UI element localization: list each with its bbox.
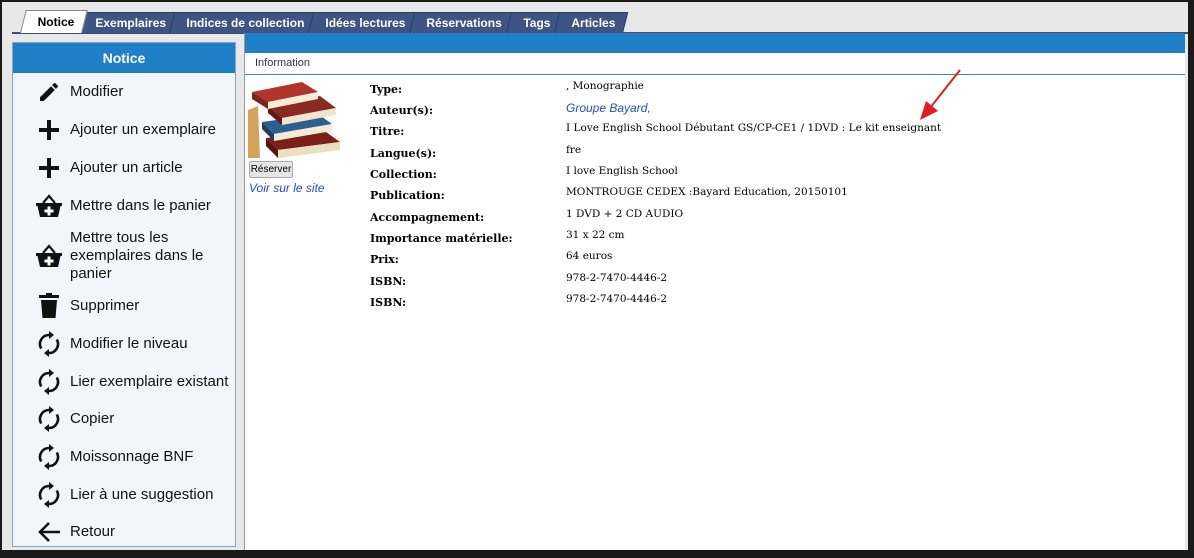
sidebar-item-retour[interactable]: Retour xyxy=(13,513,235,550)
sidebar-title: Notice xyxy=(13,43,235,73)
app-window: Notice Exemplaires Indices de collection… xyxy=(2,2,1188,550)
field-isbn: ISBN: 978-2-7470-4446-2 xyxy=(370,291,1170,311)
refresh-icon xyxy=(35,443,63,471)
refresh-icon xyxy=(35,330,63,358)
tab-label: Notice xyxy=(37,15,75,29)
field-accompagnement: Accompagnement: 1 DVD + 2 CD AUDIO xyxy=(370,206,1170,226)
field-label: Importance matérielle: xyxy=(370,232,513,245)
sidebar-item-label: Supprimer xyxy=(70,297,140,314)
field-value: MONTROUGE CEDEX :Bayard Education, 20150… xyxy=(566,186,848,198)
sidebar-item-label: Modifier xyxy=(70,83,124,100)
refresh-icon xyxy=(35,481,63,509)
reserve-button[interactable]: Réserver xyxy=(249,161,293,178)
sidebar-menu: Modifier Ajouter un exemplaire Ajouter u… xyxy=(13,73,235,550)
basket-add-icon xyxy=(35,192,63,220)
refresh-icon xyxy=(35,405,63,433)
sidebar-item-label: Ajouter un article xyxy=(70,159,183,176)
field-importance-materielle: Importance matérielle: 31 x 22 cm xyxy=(370,227,1170,247)
tab-articles[interactable]: Articles xyxy=(553,12,629,33)
plus-icon xyxy=(35,154,63,182)
field-value: 1 DVD + 2 CD AUDIO xyxy=(566,208,684,220)
trash-icon xyxy=(35,292,63,320)
tab-idees-lectures[interactable]: Idées lectures xyxy=(308,12,419,33)
field-label: Publication: xyxy=(370,189,445,202)
field-price: Prix: 64 euros xyxy=(370,248,1170,268)
field-value: I Love English School Débutant GS/CP-CE1… xyxy=(566,122,942,134)
sidebar-item-label: Lier exemplaire existant xyxy=(70,372,229,390)
field-label: Langue(s): xyxy=(370,147,437,160)
sidebar: Notice Modifier Ajouter un exemplaire Aj… xyxy=(12,42,236,547)
tab-indices-de-collection[interactable]: Indices de collection xyxy=(169,12,318,33)
tab-label: Tags xyxy=(523,16,551,30)
field-collection: Collection: I love English School xyxy=(370,163,1170,183)
field-authors: Auteur(s): Groupe Bayard, xyxy=(370,99,1170,119)
annotation-arrow-icon xyxy=(920,69,961,120)
sidebar-item-label: Modifier le niveau xyxy=(70,335,188,352)
field-value: , Monographie xyxy=(566,80,644,92)
field-label: ISBN: xyxy=(370,275,407,288)
sidebar-item-label: Ajouter un exemplaire xyxy=(70,121,216,138)
book-cover-image xyxy=(248,80,342,158)
sidebar-item-mettre-panier[interactable]: Mettre dans le panier xyxy=(13,187,235,224)
sidebar-item-moissonnage-bnf[interactable]: Moissonnage BNF xyxy=(13,438,235,476)
author-link[interactable]: Groupe Bayard, xyxy=(566,101,651,115)
field-title: Titre: I Love English School Débutant GS… xyxy=(370,120,1170,140)
tab-label: Idées lectures xyxy=(325,16,406,30)
sidebar-item-copier[interactable]: Copier xyxy=(13,400,235,438)
arrow-left-icon xyxy=(35,518,63,546)
field-publication: Publication: MONTROUGE CEDEX :Bayard Edu… xyxy=(370,184,1170,204)
field-label: Titre: xyxy=(370,125,405,138)
field-value: 978-2-7470-4446-2 xyxy=(566,272,668,284)
sidebar-item-label: Mettre tous les exemplaires dans le pani… xyxy=(70,228,204,282)
field-value: 64 euros xyxy=(566,250,613,262)
field-language: Langue(s): fre xyxy=(370,142,1170,162)
view-on-site-link[interactable]: Voir sur le site xyxy=(249,181,325,195)
field-label: Type: xyxy=(370,83,403,96)
sidebar-item-lier-suggestion[interactable]: Lier à une suggestion xyxy=(13,476,235,513)
sidebar-item-label: Lier à une suggestion xyxy=(70,485,214,503)
tab-exemplaires[interactable]: Exemplaires xyxy=(77,12,179,33)
basket-add-icon xyxy=(35,242,63,270)
tab-notice[interactable]: Notice xyxy=(20,10,88,33)
plus-icon xyxy=(35,116,63,144)
sidebar-item-supprimer[interactable]: Supprimer xyxy=(13,287,235,325)
tab-label: Articles xyxy=(571,16,616,30)
field-label: ISBN: xyxy=(370,296,407,309)
main-header-bar xyxy=(245,33,1185,53)
field-value: I love English School xyxy=(566,165,678,177)
field-value: fre xyxy=(566,144,582,156)
field-type: Type: , Monographie xyxy=(370,78,1170,98)
field-label: Auteur(s): xyxy=(370,104,434,117)
main-panel: Information Réserver Voir sur le site Ty… xyxy=(244,33,1185,550)
field-label: Collection: xyxy=(370,168,437,181)
field-value: 978-2-7470-4446-2 xyxy=(566,293,668,305)
field-label: Prix: xyxy=(370,253,399,266)
sidebar-item-modifier-niveau[interactable]: Modifier le niveau xyxy=(13,325,235,363)
tab-label: Indices de collection xyxy=(186,16,305,30)
field-value: 31 x 22 cm xyxy=(566,229,625,241)
sidebar-item-label: Moissonnage BNF xyxy=(70,448,194,465)
pencil-icon xyxy=(35,78,63,106)
sidebar-item-mettre-tous-panier[interactable]: Mettre tous les exemplaires dans le pani… xyxy=(13,224,235,287)
sidebar-item-modifier[interactable]: Modifier xyxy=(13,73,235,111)
tab-bar: Notice Exemplaires Indices de collection… xyxy=(12,10,629,33)
sidebar-item-lier-exemplaire[interactable]: Lier exemplaire existant xyxy=(13,363,235,400)
tab-label: Exemplaires xyxy=(95,16,166,30)
sidebar-item-label: Retour xyxy=(70,523,116,540)
tab-reservations[interactable]: Réservations xyxy=(409,12,516,33)
field-label: Accompagnement: xyxy=(370,211,485,224)
sidebar-item-label: Copier xyxy=(70,410,115,427)
sidebar-item-label: Mettre dans le panier xyxy=(70,196,211,214)
sidebar-item-ajouter-article[interactable]: Ajouter un article xyxy=(13,149,235,187)
field-isbn: ISBN: 978-2-7470-4446-2 xyxy=(370,270,1170,290)
sidebar-item-ajouter-exemplaire[interactable]: Ajouter un exemplaire xyxy=(13,111,235,149)
refresh-icon xyxy=(35,368,63,396)
tab-label: Réservations xyxy=(426,16,503,30)
section-header: Information xyxy=(245,53,1185,75)
